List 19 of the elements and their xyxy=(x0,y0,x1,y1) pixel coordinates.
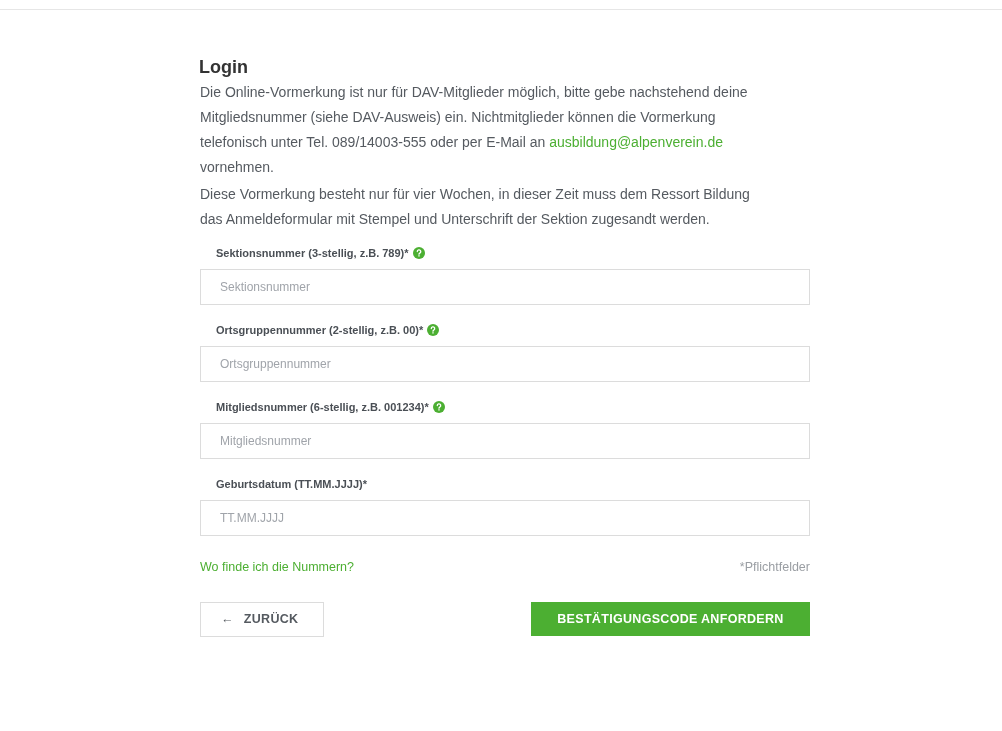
field-label: Ortsgruppennummer (2-stellig, z.B. 00)* xyxy=(216,323,424,337)
input-field[interactable]: Mitgliedsnummer xyxy=(200,423,810,459)
note-text: Diese Vormerkung besteht nur für vier Wochen, in dieser Zeit muss dem Ressort Bildung das Anmeldeformular mit Stempel und Unterschrift der Sektion zugesandt werden. xyxy=(200,185,751,229)
input-field[interactable]: Sektionsnummer xyxy=(200,269,810,305)
intro-text: Die Online-Vormerkung ist nur für DAV-Mitglieder möglich, bitte gebe nachstehend deine Mitgliedsnummer (siehe DAV-Ausweis) ein. Nichtmitglieder können die Vormerkung telefonisch unter Tel. 089/14003-555 oder per E-Mail an ausbildung@alpenverein.de vornehmen. xyxy=(200,83,749,177)
page-title: Login xyxy=(199,56,249,78)
help-link[interactable]: Wo finde ich die Nummern? xyxy=(200,558,354,577)
help-icon[interactable] xyxy=(432,401,445,413)
required-note: *Pflichtfelder xyxy=(739,559,810,576)
back-button[interactable]: ← ZURÜCK xyxy=(200,601,324,637)
field-label: Mitgliedsnummer (6-stellig, z.B. 001234)* xyxy=(216,400,429,414)
submit-button[interactable]: BESTÄTIGUNGSCODE ANFORDERN xyxy=(531,602,810,637)
field-label: Geburtsdatum (TT.MM.JJJJ)* xyxy=(216,477,367,491)
field-label: Sektionsnummer (3-stellig, z.B. 789)* xyxy=(216,246,409,260)
input-field[interactable]: Ortsgruppennummer xyxy=(200,346,810,382)
email-link[interactable]: ausbildung@alpenverein.de xyxy=(549,134,723,150)
help-icon[interactable] xyxy=(412,247,425,259)
input-field[interactable]: TT.MM.JJJJ xyxy=(200,500,810,536)
help-icon[interactable] xyxy=(427,324,440,336)
